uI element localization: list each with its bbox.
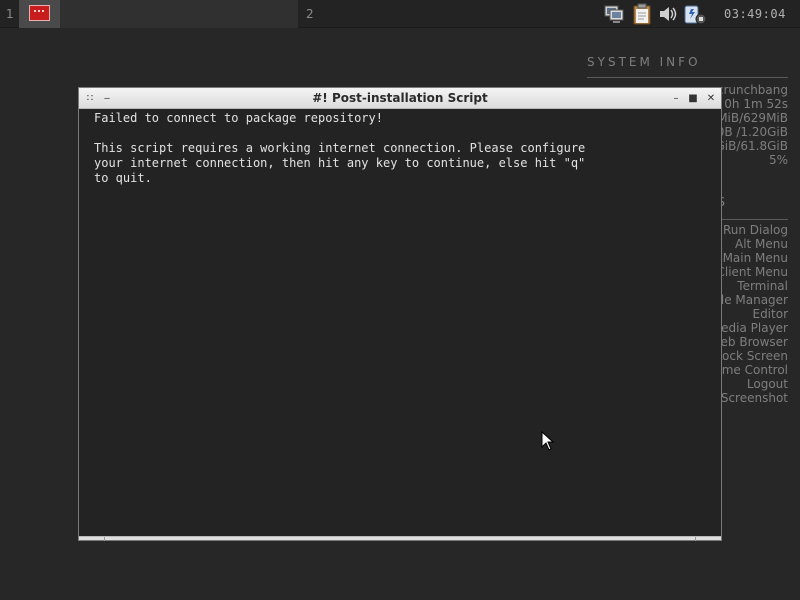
power-icon[interactable] (683, 3, 707, 25)
workspace-1[interactable]: 1 (6, 0, 14, 28)
conky-shortcut-item: ume Control (714, 363, 788, 377)
terminal-line: to quit. (94, 171, 152, 185)
taskbar (19, 0, 298, 28)
conky-shortcut-item: Run Dialog (722, 223, 788, 237)
conky-shortcut-item: Screenshot (720, 391, 788, 405)
conky-uptime: 0h 1m 52s (724, 97, 788, 111)
conky-host: crunchbang (716, 83, 788, 97)
conky-divider (587, 77, 788, 78)
window-resize-handle[interactable] (79, 536, 721, 541)
conky-shortcut-item: Main Menu (722, 251, 788, 265)
conky-shortcut-item: Client Menu (716, 265, 788, 279)
terminal-line: This script requires a working internet … (94, 141, 586, 155)
conky-shortcut-item: Alt Menu (734, 237, 788, 251)
conky-cpu: 5% (768, 153, 788, 167)
conky-shortcut-item: Logout (746, 377, 788, 391)
resize-grip-right[interactable] (695, 537, 696, 541)
close-icon[interactable]: ✕ (704, 88, 718, 109)
resize-grip-left[interactable] (104, 537, 105, 541)
terminal-line: your internet connection, then hit any k… (94, 156, 586, 170)
window-titlebar[interactable]: ∷ ‒ #! Post-installation Script – ■ ✕ (79, 88, 721, 109)
mouse-cursor-icon (541, 431, 555, 451)
terminal-output[interactable]: Failed to connect to package repository!… (79, 109, 721, 537)
conky-shortcut-item: Editor (752, 307, 788, 321)
taskbar-item-terminal[interactable] (19, 0, 60, 28)
panel-clock[interactable]: 03:49:04 (724, 0, 786, 28)
terminal-app-icon (29, 5, 50, 21)
conky-swap: 0B /1.20GiB (716, 125, 788, 139)
conky-system-title: SYSTEM INFO (587, 55, 701, 69)
top-panel: 1 2 03:49:04 (0, 0, 800, 28)
post-install-window: ∷ ‒ #! Post-installation Script – ■ ✕ Fa… (78, 87, 722, 541)
workspace-2[interactable]: 2 (306, 0, 314, 28)
network-icon[interactable] (603, 3, 625, 25)
conky-hd: GiB/61.8GiB (715, 139, 789, 153)
minimize-icon[interactable]: – (669, 88, 683, 109)
conky-shortcut-item: Lock Screen (715, 349, 788, 363)
volume-icon[interactable] (657, 3, 679, 25)
window-title: #! Post-installation Script (312, 91, 488, 105)
maximize-icon[interactable]: ■ (686, 88, 700, 109)
conky-shortcut-item: Media Player (710, 321, 788, 335)
conky-shortcut-item: File Manager (711, 293, 789, 307)
conky-shortcut-item: Terminal (737, 279, 788, 293)
clipboard-icon[interactable] (631, 3, 653, 25)
terminal-line: Failed to connect to package repository! (94, 111, 383, 125)
conky-ram: /MiB/629MiB (713, 111, 788, 125)
